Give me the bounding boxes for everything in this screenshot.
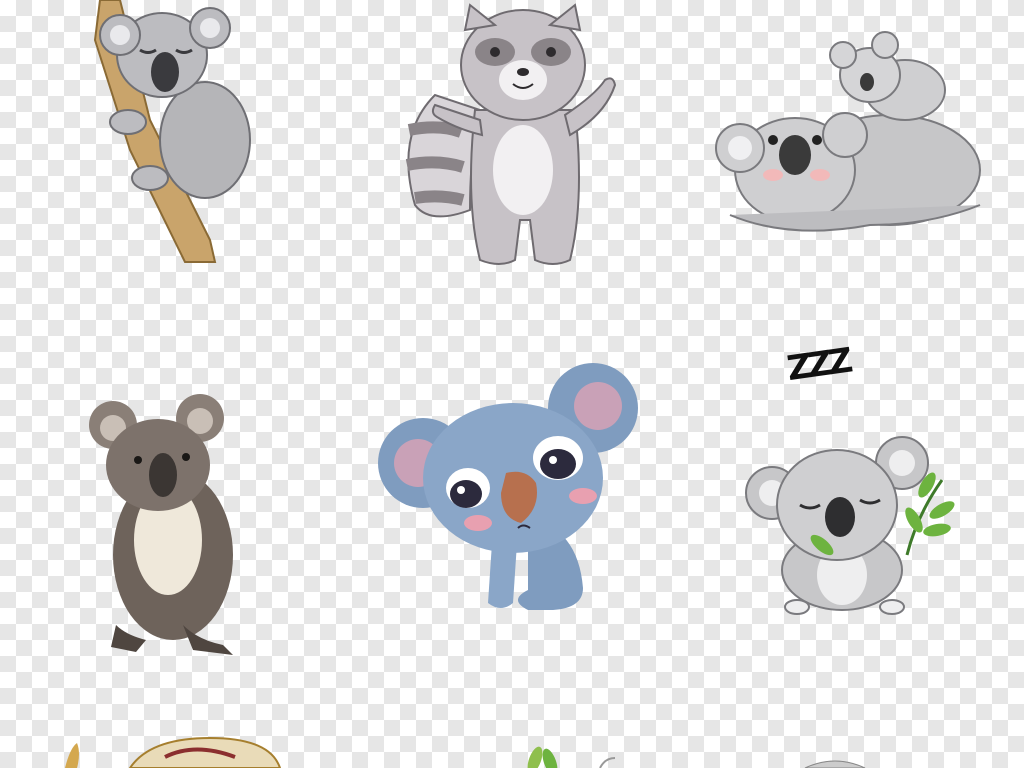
koala-mother-with-baby-image xyxy=(715,30,985,235)
koala-climbing-tree-image xyxy=(80,0,260,270)
koala-sleeping-eucalyptus-image: ZZZ xyxy=(742,341,957,620)
raccoon-waving-image xyxy=(395,0,625,270)
koala-photo-image xyxy=(88,390,248,660)
koala-partial-bottom-center-image xyxy=(510,740,620,768)
koala-blue-sad-image xyxy=(378,363,640,613)
koala-partial-bottom-right-image xyxy=(800,755,870,768)
koala-partial-bottom-left-image xyxy=(55,732,285,768)
